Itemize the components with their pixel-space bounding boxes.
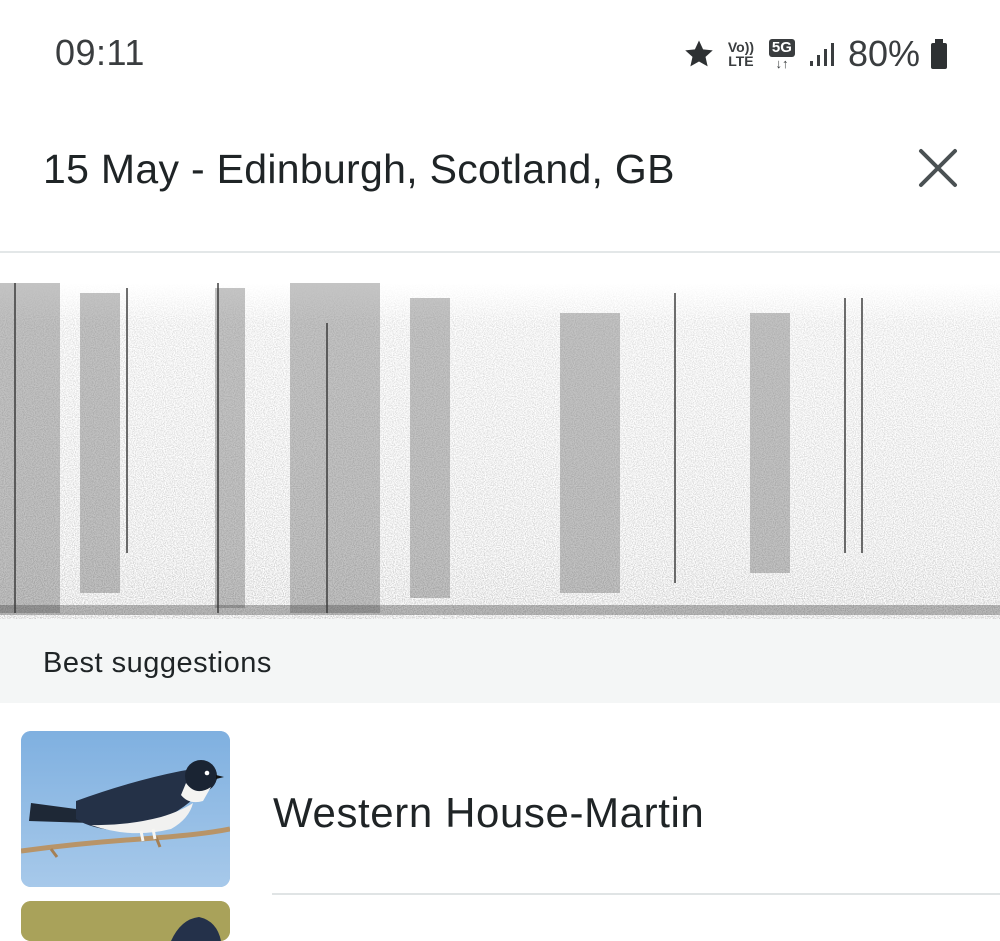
next-bird-thumbnail[interactable]	[21, 901, 230, 941]
signal-icon	[809, 43, 834, 66]
network-label: 5G	[768, 38, 795, 57]
battery-icon	[931, 39, 947, 69]
volte-label: Vo))	[727, 39, 755, 55]
battery-percent: 80%	[847, 33, 920, 74]
spectrogram-image	[0, 253, 1000, 619]
star-icon	[685, 40, 713, 67]
lte-label: LTE	[728, 53, 754, 69]
bird-name: Western House-Martin	[273, 789, 705, 836]
bird-thumbnail	[21, 731, 230, 887]
suggestion-item[interactable]: Western House-Martin	[0, 703, 1000, 895]
recording-title: 15 May - Edinburgh, Scotland, GB	[43, 146, 675, 192]
suggestions-section-header: Best suggestions	[0, 619, 1000, 703]
data-arrows: ↓↑	[775, 55, 789, 71]
recording-header: 15 May - Edinburgh, Scotland, GB	[0, 108, 1000, 253]
5g-icon: 5G ↓↑	[766, 38, 798, 71]
close-icon	[919, 149, 957, 187]
row-divider	[272, 893, 1000, 895]
status-bar: 09:11 Vo)) LTE 5G ↓↑ 80%	[0, 0, 1000, 108]
spectrogram[interactable]	[0, 253, 1000, 619]
volte-icon: Vo)) LTE	[726, 40, 756, 68]
house-martin-photo	[21, 731, 230, 887]
next-bird-photo	[21, 901, 230, 941]
status-icons: Vo)) LTE 5G ↓↑ 80%	[682, 32, 948, 76]
close-button[interactable]	[912, 142, 964, 194]
section-title: Best suggestions	[43, 647, 272, 679]
status-time: 09:11	[55, 32, 145, 73]
